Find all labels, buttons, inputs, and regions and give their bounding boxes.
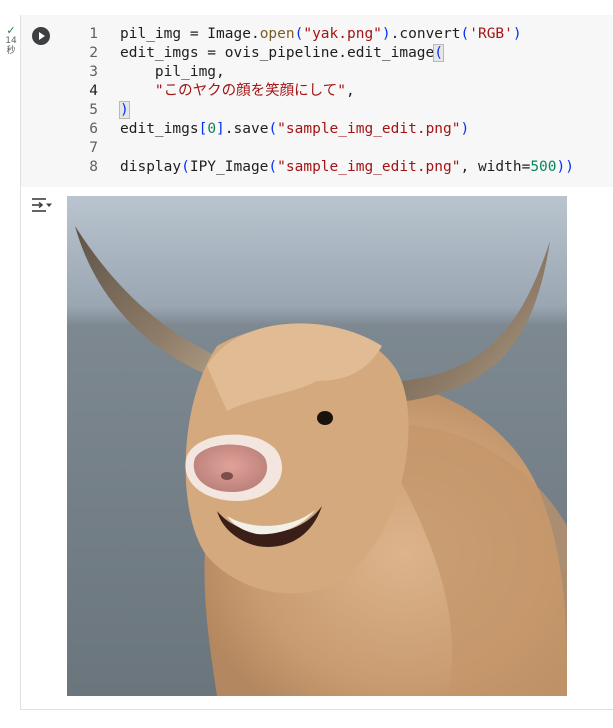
code-token: )	[119, 101, 130, 119]
code-text: display(IPY_Image("sample_img_edit.png",…	[120, 158, 574, 177]
output-options-icon[interactable]	[31, 196, 53, 214]
code-text: )	[119, 101, 130, 120]
code-line-8[interactable]: 8 display(IPY_Image("sample_img_edit.png"…	[62, 158, 602, 177]
code-token: )	[381, 26, 391, 42]
code-token: "sample_img_edit.png"	[277, 159, 461, 175]
execution-time-value: 14	[5, 36, 17, 46]
line-number: 4	[89, 83, 98, 99]
code-token: pil_img,	[120, 64, 225, 80]
code-token: )	[460, 121, 470, 137]
line-number: 5	[89, 102, 98, 118]
code-line-4[interactable]: 4 "このヤクの顔を笑顔にして",	[62, 82, 602, 101]
code-token: "yak.png"	[303, 26, 382, 42]
code-token: IPY_Image	[189, 159, 269, 175]
run-cell-button[interactable]	[32, 27, 50, 45]
output-image	[67, 196, 567, 696]
code-token: .convert	[390, 26, 461, 42]
code-token: open	[259, 26, 295, 42]
execution-time-unit: 秒	[6, 46, 16, 56]
code-token: .save	[224, 121, 269, 137]
code-text: edit_imgs = ovis_pipeline.edit_image(	[120, 44, 444, 63]
code-text: pil_img = Image.open("yak.png").convert(…	[120, 25, 522, 44]
code-line-3[interactable]: 3 pil_img,	[62, 63, 602, 82]
code-line-5[interactable]: 5)	[62, 101, 602, 120]
code-token: pil_img = Image.	[120, 26, 260, 42]
yak-photo	[67, 196, 567, 696]
code-token: "sample_img_edit.png"	[277, 121, 461, 137]
code-token: (	[433, 44, 444, 62]
code-text: "このヤクの顔を笑顔にして",	[120, 82, 355, 101]
code-token: edit_imgs	[120, 121, 199, 137]
line-number: 3	[89, 64, 98, 80]
code-token: edit_imgs = ovis_pipeline.edit_image	[120, 45, 435, 61]
code-token: display	[120, 159, 182, 175]
code-token: (	[268, 159, 278, 175]
code-token: [	[198, 121, 208, 137]
code-token: 0	[207, 121, 217, 137]
line-number: 6	[89, 121, 98, 137]
code-token: , width=	[460, 159, 531, 175]
code-token: 'RGB'	[469, 26, 513, 42]
code-line-1[interactable]: 1 pil_img = Image.open("yak.png").convert…	[62, 25, 602, 44]
line-number: 2	[89, 45, 98, 61]
code-token: ]	[216, 121, 225, 137]
line-number: 1	[89, 26, 98, 42]
code-text: edit_imgs[0].save("sample_img_edit.png")	[120, 120, 469, 139]
code-line-7[interactable]: 7	[62, 139, 602, 158]
code-token: )	[512, 26, 522, 42]
code-token: ))	[556, 159, 574, 175]
code-token: "このヤクの顔を笑顔にして"	[154, 83, 346, 99]
code-token: 500	[530, 159, 557, 175]
code-token: (	[268, 121, 278, 137]
line-number: 7	[89, 140, 98, 156]
check-icon: ✓	[6, 24, 16, 37]
code-text: pil_img,	[120, 63, 225, 82]
code-line-2[interactable]: 2 edit_imgs = ovis_pipeline.edit_image(	[62, 44, 602, 63]
line-number: 8	[89, 159, 98, 175]
code-token: (	[460, 26, 470, 42]
code-token: ,	[345, 83, 355, 99]
code-line-6[interactable]: 6 edit_imgs[0].save("sample_img_edit.png"…	[62, 120, 602, 139]
code-token: (	[181, 159, 190, 175]
execution-status: ✓ 14 秒	[3, 24, 19, 56]
